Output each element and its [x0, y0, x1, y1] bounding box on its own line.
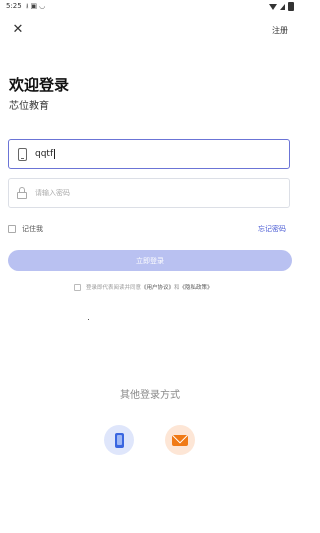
- other-login-title: 其他登录方式: [120, 390, 180, 401]
- page-subtitle: 芯位教育: [9, 101, 49, 112]
- remember-checkbox[interactable]: [8, 225, 16, 233]
- agreement-row: 登录即代表阅读并同意 《用户协议》 和 《隐私政策》: [74, 283, 213, 291]
- notification-icon: ▣: [30, 2, 40, 10]
- phone-icon: [9, 147, 35, 161]
- lock-icon: [9, 187, 35, 199]
- page-title: 欢迎登录: [9, 76, 70, 94]
- phone-login-button[interactable]: [104, 425, 134, 455]
- agreement-checkbox[interactable]: [74, 283, 81, 291]
- email-login-button[interactable]: [165, 425, 195, 455]
- status-time: 5:25: [6, 2, 22, 10]
- status-right-icons: [269, 2, 294, 11]
- phone-input[interactable]: qqtf: [8, 139, 290, 169]
- stray-dot: [88, 319, 89, 320]
- privacy-policy-link[interactable]: 《隐私政策》: [180, 283, 213, 291]
- phone-input-value: qqtf: [35, 149, 54, 159]
- status-bar: 5:25 ⭳▣◡: [0, 0, 300, 14]
- cast-icon: ◡: [39, 2, 48, 10]
- email-login-icon: [172, 434, 188, 446]
- register-link[interactable]: 注册: [272, 25, 288, 36]
- close-icon[interactable]: ✕: [10, 22, 26, 38]
- password-placeholder: 请输入密码: [35, 189, 70, 197]
- password-input[interactable]: 请输入密码: [8, 178, 290, 208]
- forgot-password-link[interactable]: 忘记密码: [258, 224, 286, 234]
- text-caret: [54, 149, 56, 159]
- remember-label: 记住我: [22, 225, 43, 233]
- user-agreement-link[interactable]: 《用户协议》: [141, 283, 174, 291]
- agreement-prefix: 登录即代表阅读并同意: [86, 285, 142, 291]
- signal-icon: [280, 3, 285, 10]
- login-button[interactable]: 立即登录: [8, 250, 292, 271]
- battery-icon: [288, 2, 294, 11]
- phone-login-icon: [114, 432, 124, 448]
- status-left-icons: ⭳▣◡: [26, 2, 47, 13]
- wifi-icon: [269, 3, 277, 10]
- remember-me[interactable]: 记住我: [8, 224, 43, 234]
